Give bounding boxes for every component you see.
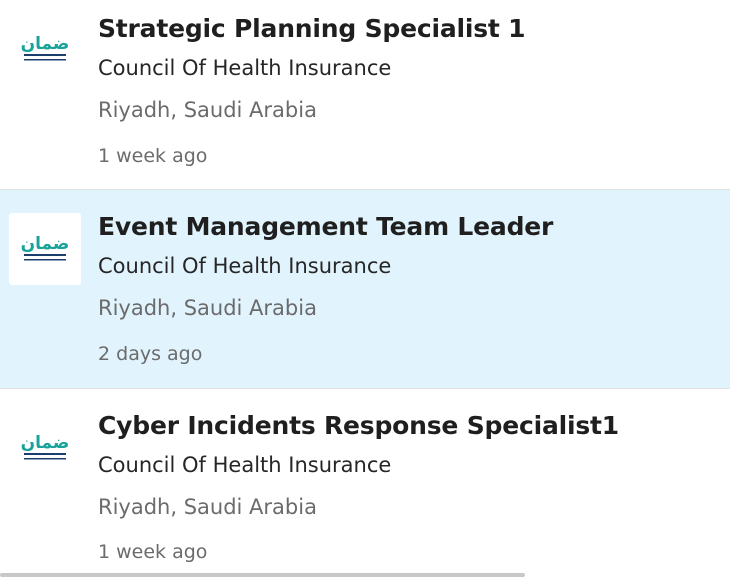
job-card-selected[interactable]: ضمان Event Management Team Leader Counci… <box>0 190 730 389</box>
posted-time: 2 days ago <box>98 343 203 365</box>
svg-text:ضمان: ضمان <box>21 433 70 453</box>
job-title-link[interactable]: Cyber Incidents Response Specialist1 <box>98 411 619 440</box>
svg-text:ضمان: ضمان <box>21 34 70 54</box>
job-card[interactable]: ضمان Cyber Incidents Response Specialist… <box>0 389 730 577</box>
job-title-link[interactable]: Strategic Planning Specialist 1 <box>98 14 526 43</box>
company-logo-icon[interactable]: ضمان <box>9 13 81 85</box>
job-location: Riyadh, Saudi Arabia <box>98 98 317 122</box>
posted-time: 1 week ago <box>98 145 208 167</box>
job-card[interactable]: ضمان Strategic Planning Specialist 1 Cou… <box>0 0 730 190</box>
company-logo-icon[interactable]: ضمان <box>9 213 81 285</box>
company-name: Council Of Health Insurance <box>98 254 392 278</box>
company-name: Council Of Health Insurance <box>98 453 392 477</box>
company-logo-icon[interactable]: ضمان <box>9 412 81 484</box>
job-list: ضمان Strategic Planning Specialist 1 Cou… <box>0 0 730 577</box>
svg-text:ضمان: ضمان <box>21 234 70 254</box>
job-location: Riyadh, Saudi Arabia <box>98 495 317 519</box>
job-location: Riyadh, Saudi Arabia <box>98 296 317 320</box>
job-title-link[interactable]: Event Management Team Leader <box>98 212 553 241</box>
horizontal-scrollbar[interactable] <box>0 573 525 577</box>
posted-time: 1 week ago <box>98 541 208 563</box>
company-name: Council Of Health Insurance <box>98 56 392 80</box>
